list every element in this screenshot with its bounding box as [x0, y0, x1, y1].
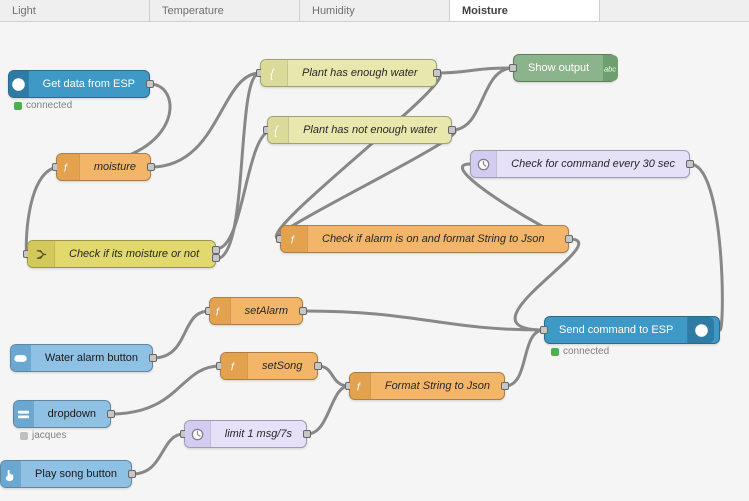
function-icon: f	[210, 298, 230, 324]
node-check-alarm-format[interactable]: f Check if alarm is on and format String…	[280, 225, 569, 253]
node-status: connected	[14, 100, 72, 111]
node-show-output[interactable]: Show output abc	[513, 54, 616, 82]
tab-temperature[interactable]: Temperature	[150, 0, 300, 21]
dropdown-icon	[14, 401, 33, 427]
status-text: jacques	[32, 430, 66, 441]
template-icon: {	[261, 60, 287, 86]
svg-text:abc: abc	[604, 64, 616, 73]
node-label: Plant has enough water	[288, 67, 432, 79]
node-label: limit 1 msg/7s	[211, 428, 306, 440]
node-label: moisture	[80, 161, 150, 173]
node-format-string-json[interactable]: f Format String to Json	[349, 372, 505, 400]
node-plant-not-enough-water[interactable]: { Plant has not enough water	[267, 116, 452, 144]
function-icon: f	[221, 353, 247, 379]
node-label: Check if its moisture or not	[55, 248, 213, 260]
node-label: setAlarm	[231, 305, 302, 317]
tab-humidity[interactable]: Humidity	[300, 0, 450, 21]
node-label: Plant has not enough water	[289, 124, 451, 136]
node-label: Check for command every 30 sec	[497, 158, 689, 170]
tab-label: Light	[12, 5, 36, 17]
flow-canvas[interactable]: Get data from ESP connected f moisture C…	[0, 22, 749, 501]
template-icon: {	[268, 117, 288, 143]
tab-label: Moisture	[462, 5, 508, 17]
node-plant-enough-water[interactable]: { Plant has enough water	[260, 59, 437, 87]
node-play-song-button[interactable]: Play song button	[0, 460, 132, 488]
node-label: Get data from ESP	[29, 78, 149, 90]
status-dot	[14, 102, 22, 110]
status-text: connected	[563, 346, 609, 357]
tab-bar: Light Temperature Humidity Moisture	[0, 0, 749, 22]
node-label: Format String to Json	[371, 380, 504, 392]
tab-light[interactable]: Light	[0, 0, 150, 21]
function-icon: f	[57, 154, 79, 180]
debug-icon: abc	[603, 55, 618, 81]
tab-moisture[interactable]: Moisture	[450, 0, 600, 21]
node-dropdown[interactable]: dropdown	[13, 400, 111, 428]
node-status: jacques	[20, 430, 66, 441]
timer-icon	[471, 151, 496, 177]
node-set-song[interactable]: f setSong	[220, 352, 318, 380]
node-moisture[interactable]: f moisture	[56, 153, 151, 181]
arduino-icon	[688, 317, 714, 343]
node-check-moisture-switch[interactable]: Check if its moisture or not	[27, 240, 216, 268]
svg-text:f: f	[216, 306, 221, 318]
node-send-command-esp[interactable]: Send command to ESP	[544, 316, 720, 344]
timer-icon	[185, 421, 210, 447]
svg-text:f: f	[356, 381, 361, 393]
node-get-data-from-esp[interactable]: Get data from ESP	[8, 70, 150, 98]
svg-text:f: f	[230, 361, 235, 373]
hand-icon	[1, 461, 20, 487]
node-label: setSong	[248, 360, 316, 372]
tab-empty	[600, 0, 749, 21]
node-rate-limit[interactable]: limit 1 msg/7s	[184, 420, 307, 448]
svg-text:f: f	[64, 162, 69, 174]
node-label: Show output	[514, 62, 603, 74]
node-status: connected	[551, 346, 609, 357]
node-label: dropdown	[34, 408, 110, 420]
status-dot	[551, 348, 559, 356]
status-dot	[20, 432, 28, 440]
tab-label: Temperature	[162, 5, 224, 17]
svg-text:f: f	[290, 234, 295, 246]
status-text: connected	[26, 100, 72, 111]
node-label: Water alarm button	[31, 352, 152, 364]
node-check-command-interval[interactable]: Check for command every 30 sec	[470, 150, 690, 178]
svg-text:{: {	[273, 123, 278, 137]
function-icon: f	[281, 226, 307, 252]
function-icon: f	[350, 373, 370, 399]
node-label: Send command to ESP	[545, 324, 687, 336]
tab-label: Humidity	[312, 5, 355, 17]
node-label: Check if alarm is on and format String t…	[308, 233, 559, 245]
node-water-alarm-button[interactable]: Water alarm button	[10, 344, 153, 372]
node-label: Play song button	[21, 468, 131, 480]
switch-icon	[28, 241, 54, 267]
svg-text:{: {	[269, 66, 274, 80]
arduino-icon	[9, 71, 28, 97]
node-set-alarm[interactable]: f setAlarm	[209, 297, 303, 325]
switch-ui-icon	[11, 345, 30, 371]
